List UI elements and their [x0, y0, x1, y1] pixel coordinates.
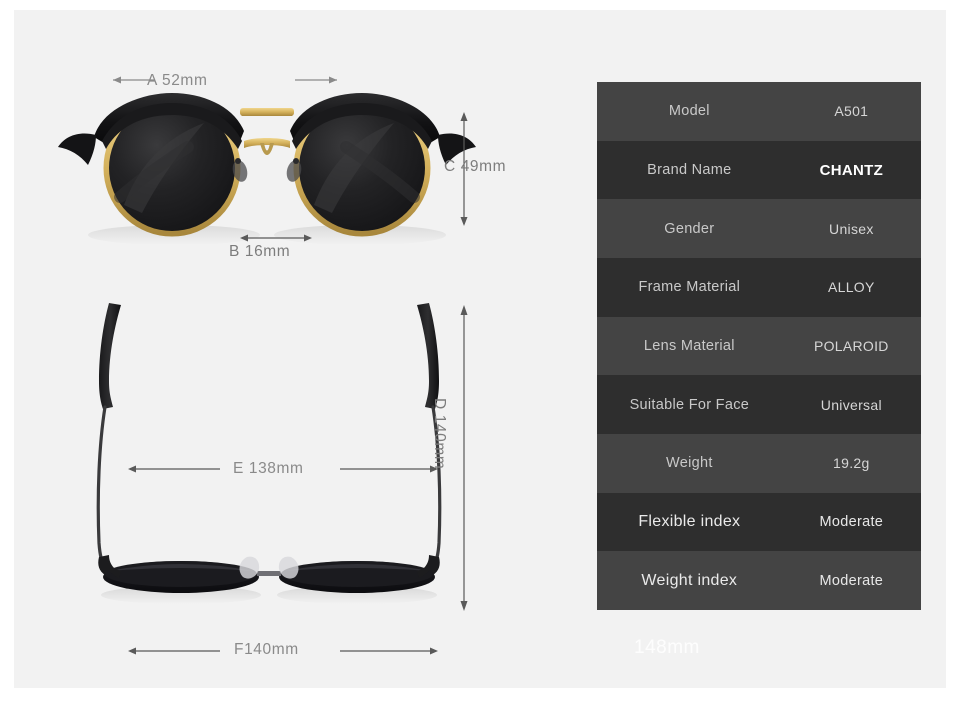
sunglasses-front-view — [58, 93, 476, 245]
product-spec-page: A 52mm B 16mm C 49mm D 140mm E 138mm F14… — [14, 10, 946, 688]
dimension-arrow-a — [113, 76, 337, 84]
table-row: Frame Material ALLOY — [597, 258, 921, 317]
spec-value: POLAROID — [813, 338, 889, 355]
spec-key: Brand Name — [647, 162, 732, 178]
watermark-text: 148mm — [634, 637, 700, 658]
table-row: Lens Material POLAROID — [597, 316, 921, 376]
dimension-label-b: B 16mm — [229, 243, 291, 260]
table-row: Gender Unisex — [597, 199, 921, 259]
specification-table: Model A501 Brand Name CHANTZ Gender Unis… — [597, 82, 921, 611]
spec-key: Suitable For Face — [629, 396, 750, 413]
dimension-label-c: C 49mm — [444, 158, 507, 175]
spec-value: Moderate — [819, 572, 884, 589]
dimension-label-f: F140mm — [234, 641, 299, 658]
dimension-arrow-d — [460, 305, 468, 611]
spec-key: Weight index — [641, 571, 738, 589]
dimension-label-a: A 52mm — [147, 72, 208, 89]
spec-value: Universal — [820, 396, 882, 413]
spec-key: Model — [668, 103, 710, 120]
spec-value: A501 — [834, 103, 869, 120]
sunglasses-top-view — [96, 303, 442, 604]
table-row: Weight 19.2g — [597, 434, 921, 493]
product-illustration-panel: A 52mm B 16mm C 49mm D 140mm E 138mm F14… — [14, 10, 594, 688]
spec-value: 19.2g — [833, 455, 870, 472]
spec-key: Flexible index — [638, 513, 741, 531]
spec-key: Gender — [664, 220, 715, 237]
spec-value: CHANTZ — [819, 161, 884, 179]
spec-key: Frame Material — [638, 279, 741, 296]
table-row: Flexible index Moderate — [597, 492, 921, 552]
spec-value: Unisex — [829, 220, 874, 237]
table-row: Weight index Moderate — [597, 551, 921, 611]
dimension-label-e: E 138mm — [233, 460, 304, 477]
table-row: Model A501 — [597, 82, 921, 141]
table-row: Suitable For Face Universal — [597, 375, 921, 435]
table-row: Brand Name CHANTZ — [597, 140, 921, 200]
spec-value: Moderate — [819, 514, 884, 531]
spec-key: Weight — [666, 455, 713, 472]
spec-key: Lens Material — [643, 338, 735, 355]
spec-value: ALLOY — [828, 279, 875, 296]
